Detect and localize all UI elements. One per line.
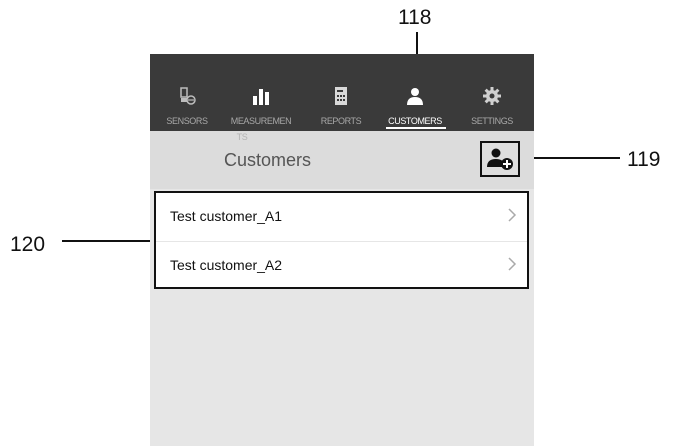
leader-line-119 bbox=[520, 157, 620, 159]
tab-settings[interactable]: SETTINGS bbox=[455, 54, 529, 131]
tab-label: MEASUREMEN bbox=[230, 116, 292, 126]
chevron-right-icon bbox=[508, 208, 517, 222]
list-item[interactable]: Test customer_A2 bbox=[156, 242, 527, 289]
report-icon bbox=[335, 87, 347, 105]
customers-screen: SENSORS MEASUREMEN REPORTS CUSTOMERS SET… bbox=[150, 54, 534, 446]
tab-label: CUSTOMERS bbox=[388, 116, 442, 126]
person-icon bbox=[407, 88, 423, 105]
tab-label: SENSORS bbox=[166, 116, 208, 126]
reference-number-118: 118 bbox=[398, 6, 432, 29]
tab-bar: SENSORS MEASUREMEN REPORTS CUSTOMERS SET… bbox=[150, 54, 534, 131]
tab-label: SETTINGS bbox=[471, 116, 513, 126]
reference-number-120: 120 bbox=[10, 233, 46, 256]
chevron-right-icon bbox=[508, 257, 517, 271]
reference-number-119: 119 bbox=[627, 148, 661, 171]
tab-label-overflow: TS bbox=[236, 132, 248, 142]
bar-chart-icon bbox=[253, 89, 269, 105]
add-customer-icon bbox=[487, 148, 513, 170]
gear-icon bbox=[483, 87, 501, 105]
leader-line-120 bbox=[62, 240, 154, 242]
list-item[interactable]: Test customer_A1 bbox=[156, 193, 527, 240]
page-header bbox=[150, 131, 534, 189]
customer-name: Test customer_A2 bbox=[170, 257, 283, 273]
tab-measurements[interactable]: MEASUREMEN bbox=[222, 54, 300, 131]
tab-customers[interactable]: CUSTOMERS bbox=[378, 54, 452, 131]
add-customer-button[interactable] bbox=[480, 141, 520, 177]
customer-name: Test customer_A1 bbox=[170, 208, 283, 224]
tab-label: REPORTS bbox=[320, 116, 362, 126]
tab-sensors[interactable]: SENSORS bbox=[150, 54, 224, 131]
customer-list: Test customer_A1 Test customer_A2 bbox=[154, 191, 529, 289]
active-tab-indicator bbox=[386, 127, 446, 129]
page-title: Customers bbox=[224, 150, 312, 170]
tab-reports[interactable]: REPORTS bbox=[304, 54, 378, 131]
sensor-icon bbox=[180, 87, 196, 105]
